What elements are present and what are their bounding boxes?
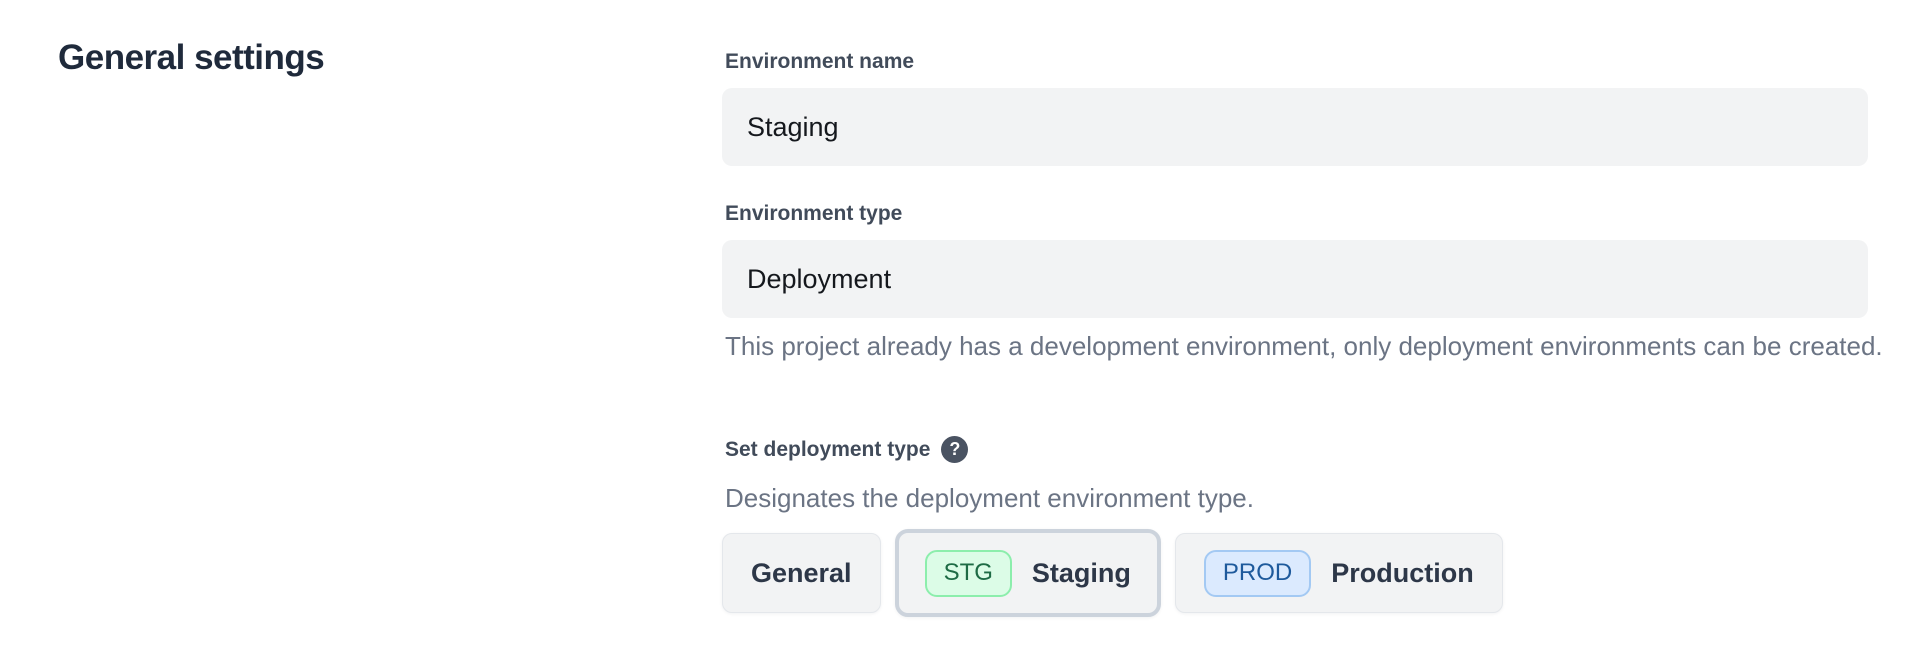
general-settings-page: General settings Environment name Enviro… [0,0,1916,652]
stg-badge: STG [925,550,1012,597]
environment-name-label: Environment name [725,50,914,74]
set-deployment-type-label: Set deployment type [725,438,930,462]
environment-type-label: Environment type [725,202,902,226]
prod-badge: PROD [1204,550,1311,597]
production-option-label: Production [1331,558,1474,589]
question-mark-icon[interactable]: ? [941,436,968,463]
page-title: General settings [58,38,324,78]
deployment-type-description: Designates the deployment environment ty… [725,478,1625,519]
deployment-type-options: General STG Staging PROD Production [722,528,1503,618]
deployment-type-option-production[interactable]: PROD Production [1175,533,1503,613]
environment-type-helper-text: This project already has a development e… [725,326,1885,367]
environment-name-input[interactable] [722,88,1868,166]
staging-option-label: Staging [1032,558,1131,589]
deployment-type-option-staging[interactable]: STG Staging [895,529,1161,617]
general-option-label: General [751,558,852,589]
deployment-type-option-general[interactable]: General [722,533,881,613]
deployment-type-label-row: Set deployment type ? [725,436,968,463]
environment-type-input[interactable] [722,240,1868,318]
